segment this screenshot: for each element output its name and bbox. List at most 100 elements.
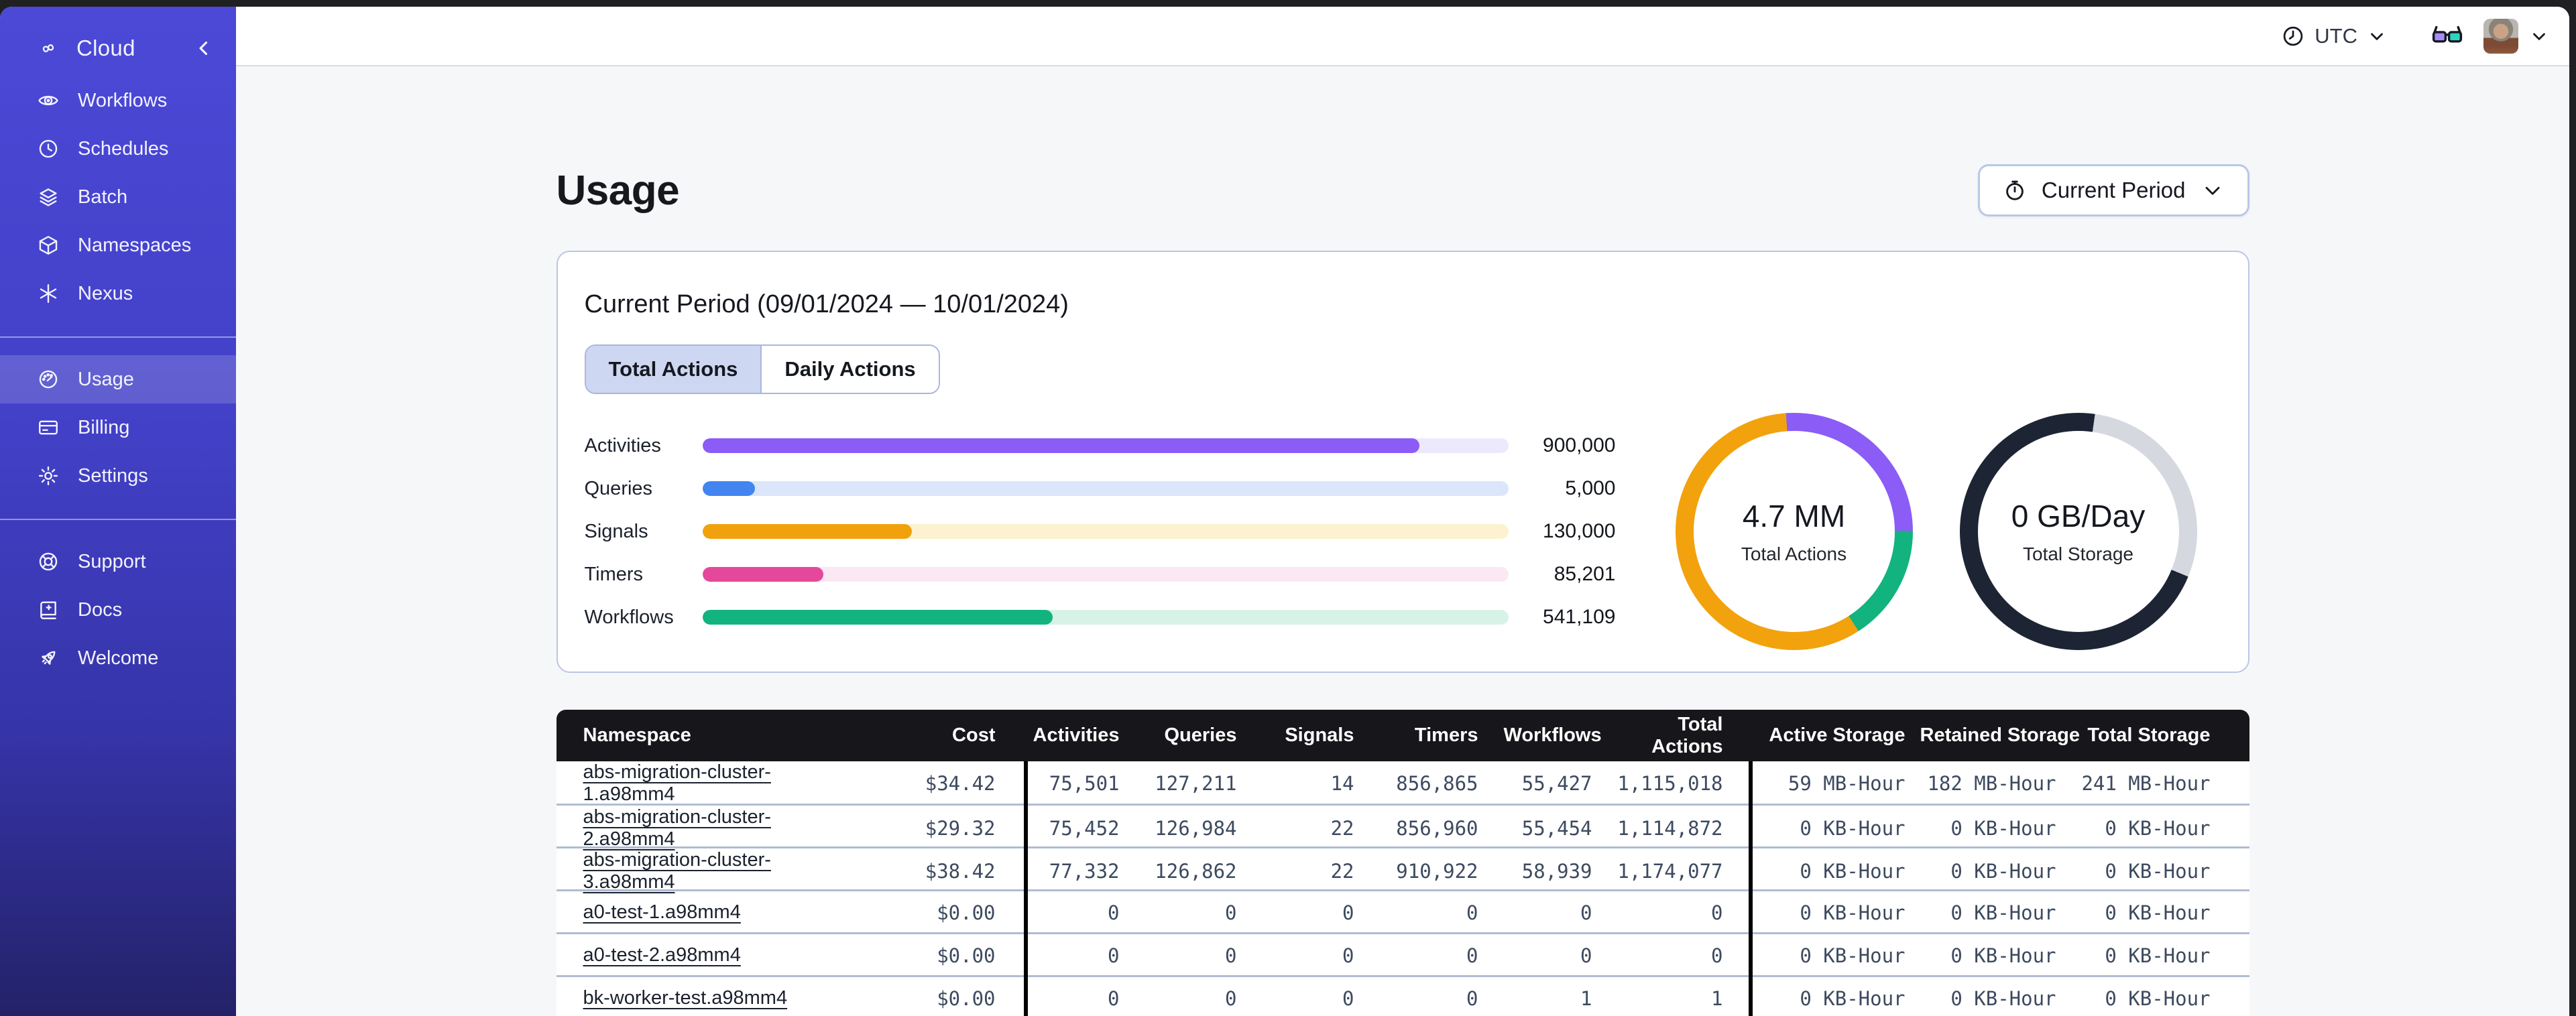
bar-value: 541,109 bbox=[1543, 606, 1616, 628]
bar-label: Activities bbox=[584, 434, 661, 456]
cell-retained-storage: 0 KB-Hour bbox=[1920, 889, 2071, 934]
bar-track bbox=[702, 481, 1509, 496]
collapse-sidebar-button[interactable] bbox=[192, 36, 216, 60]
cell-total-actions: 1,174,077 bbox=[1617, 846, 1749, 895]
cell-cost: $29.32 bbox=[862, 803, 1024, 852]
welcome-icon bbox=[36, 646, 60, 670]
sidebar-item-support[interactable]: Support bbox=[0, 537, 236, 586]
usage-page: Usage Current Period Current Period (09/… bbox=[556, 66, 2249, 1016]
period-select-label: Current Period bbox=[2041, 178, 2186, 202]
cell-active-storage: 0 KB-Hour bbox=[1752, 846, 1920, 895]
cell-total-actions: 1,115,018 bbox=[1617, 772, 1723, 795]
bar-label: Workflows bbox=[584, 606, 674, 628]
namespace-link[interactable]: abs-migration-cluster-1.a98mm4 bbox=[583, 761, 863, 806]
namespace-link[interactable]: a0-test-1.a98mm4 bbox=[583, 901, 741, 924]
cell-workflows: 55,454 bbox=[1503, 803, 1618, 852]
namespace-link[interactable]: abs-migration-cluster-3.a98mm4 bbox=[583, 849, 863, 893]
sidebar-item-settings[interactable]: Settings bbox=[0, 452, 236, 500]
stopwatch-icon bbox=[2006, 180, 2024, 200]
bar-fill bbox=[702, 610, 1053, 625]
sidebar-item-label: Support bbox=[78, 550, 146, 572]
sidebar-item-billing[interactable]: Billing bbox=[0, 403, 236, 452]
namespace-link[interactable]: a0-test-2.a98mm4 bbox=[583, 944, 741, 966]
settings-icon bbox=[36, 464, 60, 488]
namespace-cell: abs-migration-cluster-1.a98mm4 bbox=[557, 761, 863, 806]
cell-active-storage: 59 MB-Hour bbox=[1788, 772, 1906, 795]
cell-cost: $0.00 bbox=[862, 932, 1024, 977]
sidebar: Cloud Workflows Schedules Batch Namespaces N… bbox=[0, 7, 236, 1016]
namespaces-icon bbox=[36, 233, 60, 257]
bar-label: Timers bbox=[584, 563, 644, 585]
sidebar-item-docs[interactable]: Docs bbox=[0, 586, 236, 634]
column-header-signals: Signals bbox=[1285, 724, 1354, 746]
tab-total-actions[interactable]: Total Actions bbox=[585, 346, 761, 393]
bar-value: 85,201 bbox=[1554, 563, 1616, 585]
nexus-icon bbox=[36, 281, 60, 306]
namespace-link[interactable]: abs-migration-cluster-2.a98mm4 bbox=[583, 806, 863, 850]
column-header-retained-storage: Retained Storage bbox=[1920, 724, 2081, 746]
cell-signals: 0 bbox=[1262, 932, 1380, 977]
app-window: Cloud Workflows Schedules Batch Namespaces N… bbox=[0, 7, 2569, 1016]
workflows-icon bbox=[36, 88, 60, 113]
bar-value: 130,000 bbox=[1543, 520, 1616, 542]
cell-workflows: 58,939 bbox=[1503, 846, 1618, 895]
column-header-total-storage: Total Storage bbox=[2087, 724, 2211, 746]
donut-label: Total Actions bbox=[1741, 544, 1847, 564]
cell-timers: 856,865 bbox=[1396, 772, 1478, 795]
bar-row-workflows: Workflows 541,109 bbox=[585, 596, 1616, 639]
cell-timers: 0 bbox=[1379, 932, 1504, 977]
summary-donuts: 4.7 MM Total Actions 0 GB/Day Total Storage bbox=[1675, 413, 2197, 650]
column-header-active-storage: Active Storage bbox=[1769, 724, 1906, 746]
bar-track bbox=[702, 524, 1509, 539]
sidebar-item-welcome[interactable]: Welcome bbox=[0, 634, 236, 682]
column-header-queries: Queries bbox=[1164, 724, 1237, 746]
sidebar-item-nexus[interactable]: Nexus bbox=[0, 269, 236, 318]
cell-queries: 0 bbox=[1145, 889, 1263, 934]
user-avatar[interactable] bbox=[2483, 18, 2518, 54]
cell-retained-storage: 0 KB-Hour bbox=[1920, 846, 2071, 895]
chevron-down-icon bbox=[2367, 26, 2387, 46]
bar-track bbox=[702, 610, 1509, 625]
sidebar-item-label: Batch bbox=[78, 186, 128, 208]
bar-value: 900,000 bbox=[1543, 434, 1616, 456]
column-header-workflows: Workflows bbox=[1503, 724, 1602, 746]
cell-activities: 0 bbox=[1027, 932, 1145, 977]
actions-tabs: Total Actions Daily Actions bbox=[584, 344, 940, 394]
cell-workflows: 1 bbox=[1503, 974, 1618, 1016]
sidebar-item-label: Nexus bbox=[78, 282, 133, 304]
table-row: abs-migration-cluster-1.a98mm4 $34.42 75,5… bbox=[556, 761, 2249, 806]
usage-icon bbox=[36, 367, 60, 391]
account-menu-chevron-icon[interactable] bbox=[2529, 26, 2549, 46]
sidebar-item-label: Schedules bbox=[78, 137, 169, 160]
sidebar-item-workflows[interactable]: Workflows bbox=[0, 76, 236, 125]
cell-retained-storage: 182 MB-Hour bbox=[1927, 772, 2056, 795]
appearance-glasses-icon[interactable] bbox=[2430, 19, 2465, 54]
sidebar-item-schedules[interactable]: Schedules bbox=[0, 125, 236, 173]
schedules-icon bbox=[36, 137, 60, 161]
bar-track bbox=[702, 567, 1509, 582]
brand: Cloud bbox=[0, 7, 236, 68]
cell-retained-storage: 0 KB-Hour bbox=[1920, 974, 2071, 1016]
row-pad bbox=[2225, 846, 2249, 895]
sidebar-item-label: Settings bbox=[78, 464, 148, 487]
sidebar-item-batch[interactable]: Batch bbox=[0, 173, 236, 221]
sidebar-item-label: Welcome bbox=[78, 647, 159, 669]
cell-activities: 75,452 bbox=[1027, 803, 1145, 852]
cell-queries: 126,984 bbox=[1145, 803, 1263, 852]
table-row: abs-migration-cluster-3.a98mm4 $38.42 77,3… bbox=[556, 846, 2249, 895]
sidebar-item-label: Usage bbox=[78, 368, 134, 390]
period-select-button[interactable]: Current Period bbox=[1977, 164, 2249, 216]
cell-total-storage: 0 KB-Hour bbox=[2070, 974, 2225, 1016]
cell-queries: 0 bbox=[1145, 974, 1263, 1016]
namespace-cell: bk-worker-test.a98mm4 bbox=[556, 974, 863, 1016]
cell-queries: 127,211 bbox=[1155, 772, 1237, 795]
donut-label: Total Storage bbox=[2023, 544, 2133, 564]
sidebar-item-namespaces[interactable]: Namespaces bbox=[0, 221, 236, 269]
timezone-selector[interactable]: UTC bbox=[2281, 24, 2387, 48]
tab-daily-actions[interactable]: Daily Actions bbox=[760, 346, 939, 393]
sidebar-item-usage[interactable]: Usage bbox=[0, 355, 236, 403]
sidebar-divider bbox=[0, 519, 236, 520]
namespace-link[interactable]: bk-worker-test.a98mm4 bbox=[583, 987, 788, 1009]
row-pad bbox=[2225, 803, 2249, 852]
donut-center: 4.7 MM Total Actions bbox=[1676, 413, 1913, 650]
